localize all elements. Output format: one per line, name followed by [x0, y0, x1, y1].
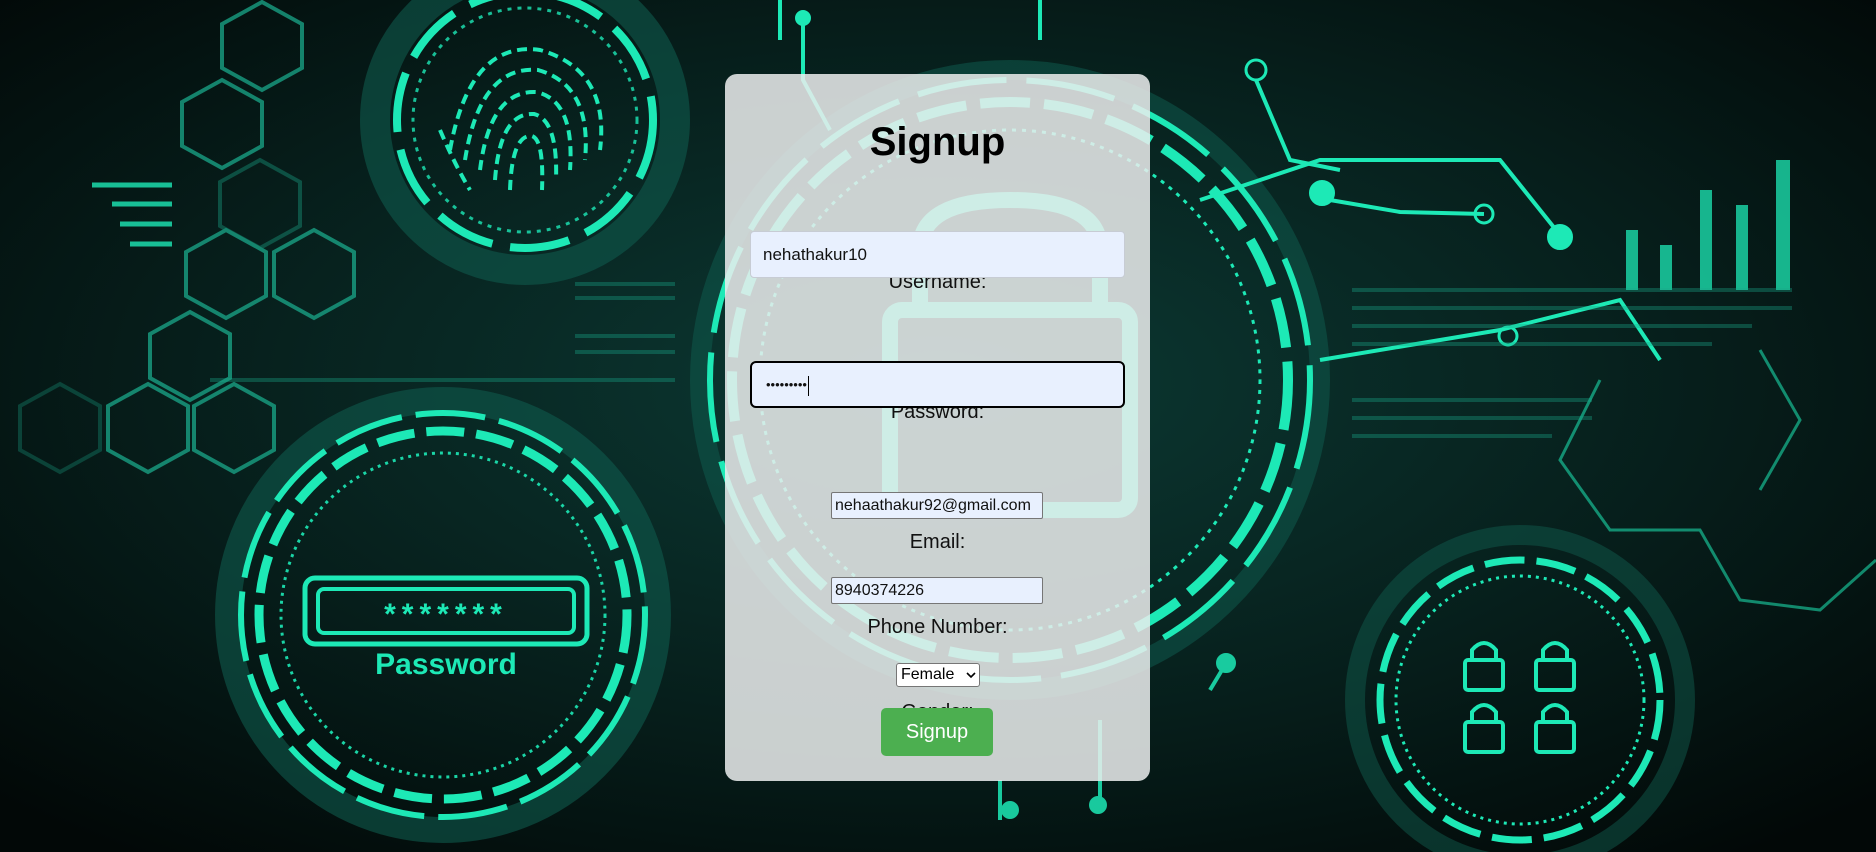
- email-input[interactable]: [831, 492, 1043, 519]
- phone-label: Phone Number:: [867, 616, 1008, 638]
- text-caret: [807, 375, 809, 396]
- username-input[interactable]: [750, 231, 1125, 278]
- phone-input[interactable]: [831, 577, 1043, 604]
- password-input[interactable]: •••••••••: [750, 361, 1125, 408]
- signup-form-card: Signup Username: Password: ••••••••• Ema…: [725, 74, 1150, 781]
- gender-select[interactable]: Female: [896, 663, 980, 687]
- page-title: Signup: [869, 120, 1006, 164]
- badge-password-label: Password: [375, 648, 517, 681]
- password-mask: •••••••••: [766, 363, 809, 406]
- email-label: Email:: [909, 531, 966, 553]
- signup-button[interactable]: Signup: [881, 708, 993, 756]
- badge-password-mask: *******: [384, 598, 508, 631]
- gender-selected-value: Female: [901, 666, 955, 683]
- chevron-down-icon: [966, 672, 976, 679]
